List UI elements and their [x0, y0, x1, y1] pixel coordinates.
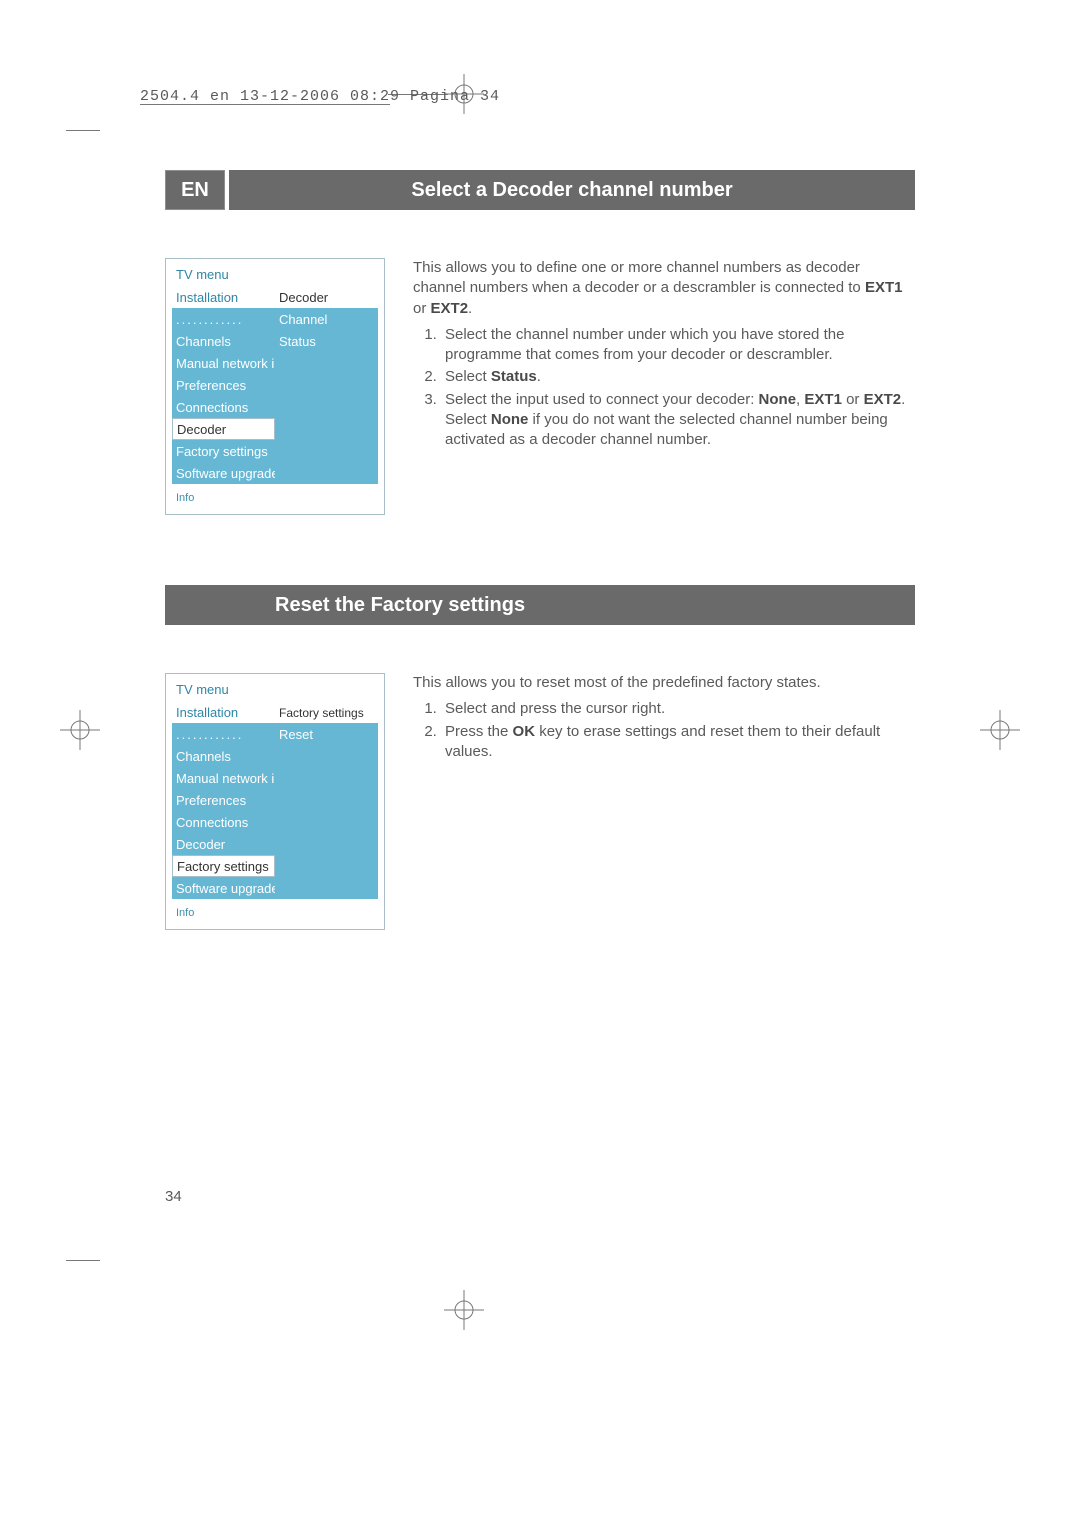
- text: or: [413, 300, 431, 317]
- page-content: EN Select a Decoder channel number TV me…: [165, 170, 915, 1000]
- section-bar-reset: Reset the Factory settings: [165, 585, 915, 625]
- text: Select: [445, 368, 491, 385]
- menu-item: Manual network i..: [172, 352, 275, 374]
- text: .: [901, 391, 905, 408]
- menu-item: Decoder: [172, 833, 275, 855]
- menu-value: [275, 396, 378, 418]
- menu-value: [275, 352, 378, 374]
- text-bold: EXT1: [865, 279, 903, 296]
- menu-value: [275, 789, 378, 811]
- content-row-reset: TV menu Installation ............ Channe…: [165, 673, 915, 930]
- list-item: Select the channel number under which yo…: [441, 325, 915, 366]
- menu-item: Installation: [172, 701, 275, 723]
- menu-item: Manual network i..: [172, 767, 275, 789]
- section-bar-decoder: EN Select a Decoder channel number: [165, 170, 915, 210]
- menu-title: TV menu: [172, 680, 378, 701]
- page-number: 34: [165, 1188, 182, 1205]
- header-rule: [140, 104, 390, 105]
- section-title-reset: Reset the Factory settings: [165, 585, 915, 625]
- menu-item: Software upgrade: [172, 462, 275, 484]
- text: Press the: [445, 723, 513, 740]
- intro-paragraph: This allows you to reset most of the pre…: [413, 673, 915, 693]
- crop-stub-left-bottom: [66, 1260, 100, 1261]
- crop-mark-right: [980, 710, 1020, 750]
- menu-value: Reset: [275, 723, 378, 745]
- list-item: Press the OK key to erase settings and r…: [441, 722, 915, 763]
- menu-value: [275, 811, 378, 833]
- body-text-decoder: This allows you to define one or more ch…: [413, 258, 915, 515]
- menu-value: [275, 855, 378, 877]
- menu-item-selected: Decoder: [172, 418, 275, 440]
- instruction-list: Select and press the cursor right. Press…: [413, 699, 915, 762]
- menu-item: Connections: [172, 811, 275, 833]
- text: .: [468, 300, 472, 317]
- menu-item: Connections: [172, 396, 275, 418]
- text: or: [842, 391, 864, 408]
- menu-item: Channels: [172, 330, 275, 352]
- list-item: Select and press the cursor right.: [441, 699, 915, 719]
- crop-stub-left-top: [66, 130, 100, 131]
- menu-info: Info: [172, 484, 378, 504]
- text-bold: Status: [491, 368, 537, 385]
- body-text-reset: This allows you to reset most of the pre…: [413, 673, 915, 930]
- list-item: Select Status.: [441, 367, 915, 387]
- menu-value: Channel: [275, 308, 378, 330]
- text-bold: None: [759, 391, 797, 408]
- menu-value: [275, 833, 378, 855]
- tv-menu-reset: TV menu Installation ............ Channe…: [165, 673, 385, 930]
- text: .: [537, 368, 541, 385]
- menu-item: Preferences: [172, 789, 275, 811]
- menu-item: Factory settings: [172, 440, 275, 462]
- intro-paragraph: This allows you to define one or more ch…: [413, 258, 915, 319]
- menu-value: [275, 374, 378, 396]
- menu-item: ............: [172, 723, 275, 745]
- text: Select the input used to connect your de…: [445, 391, 759, 408]
- menu-value: [275, 462, 378, 484]
- menu-value: Factory settings: [275, 701, 378, 723]
- instruction-list: Select the channel number under which yo…: [413, 325, 915, 451]
- crop-mark-bottom: [444, 1290, 484, 1330]
- text: Select: [445, 411, 491, 428]
- menu-item: Preferences: [172, 374, 275, 396]
- menu-value: [275, 440, 378, 462]
- menu-value: [275, 767, 378, 789]
- menu-info: Info: [172, 899, 378, 919]
- text-bold: EXT2: [864, 391, 902, 408]
- menu-item-selected: Factory settings: [172, 855, 275, 877]
- menu-value: Decoder: [275, 286, 378, 308]
- list-item: Select the input used to connect your de…: [441, 390, 915, 451]
- menu-title: TV menu: [172, 265, 378, 286]
- menu-value: [275, 745, 378, 767]
- text: This allows you to define one or more ch…: [413, 259, 865, 296]
- menu-item: Channels: [172, 745, 275, 767]
- tv-menu-decoder: TV menu Installation ............ Channe…: [165, 258, 385, 515]
- content-row-decoder: TV menu Installation ............ Channe…: [165, 258, 915, 515]
- text-bold: None: [491, 411, 529, 428]
- menu-value: [275, 418, 378, 440]
- menu-value: Status: [275, 330, 378, 352]
- text-bold: EXT2: [431, 300, 469, 317]
- menu-item: Installation: [172, 286, 275, 308]
- text-bold: OK: [513, 723, 536, 740]
- language-tab: EN: [165, 170, 225, 210]
- menu-value: [275, 877, 378, 899]
- text-bold: EXT1: [804, 391, 842, 408]
- section-title-decoder: Select a Decoder channel number: [229, 170, 915, 210]
- crop-mark-left: [60, 710, 100, 750]
- menu-item: Software upgrade: [172, 877, 275, 899]
- menu-item: ............: [172, 308, 275, 330]
- imprint-line: 2504.4 en 13-12-2006 08:29 Pagina 34: [140, 88, 500, 105]
